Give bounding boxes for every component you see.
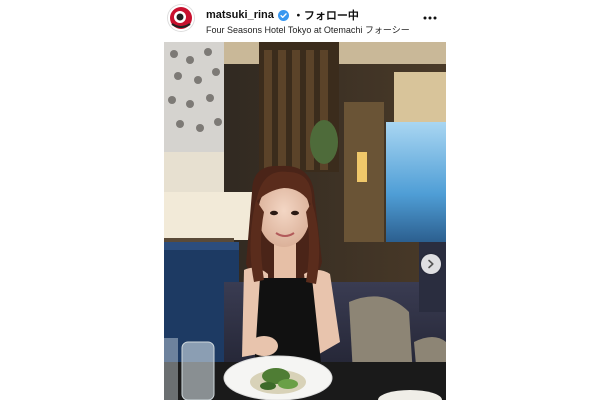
username-link[interactable]: matsuki_rina xyxy=(206,9,274,21)
chevron-right-icon xyxy=(428,259,434,269)
next-photo-button[interactable] xyxy=(421,254,441,274)
post-header: matsuki_rina ・フォロー中 Four Seasons Hotel T… xyxy=(164,0,446,42)
username-row: matsuki_rina ・フォロー中 xyxy=(206,7,359,23)
instagram-post: matsuki_rina ・フォロー中 Four Seasons Hotel T… xyxy=(164,0,446,400)
verified-badge-icon xyxy=(277,9,289,21)
post-photo xyxy=(164,42,446,400)
more-options-icon[interactable] xyxy=(422,9,438,25)
avatar[interactable] xyxy=(168,5,194,31)
following-status[interactable]: ・フォロー中 xyxy=(293,7,359,23)
photo-illustration xyxy=(164,42,446,400)
location-link[interactable]: Four Seasons Hotel Tokyo at Otemachi フォー… xyxy=(206,23,410,36)
avatar-image xyxy=(168,5,194,31)
